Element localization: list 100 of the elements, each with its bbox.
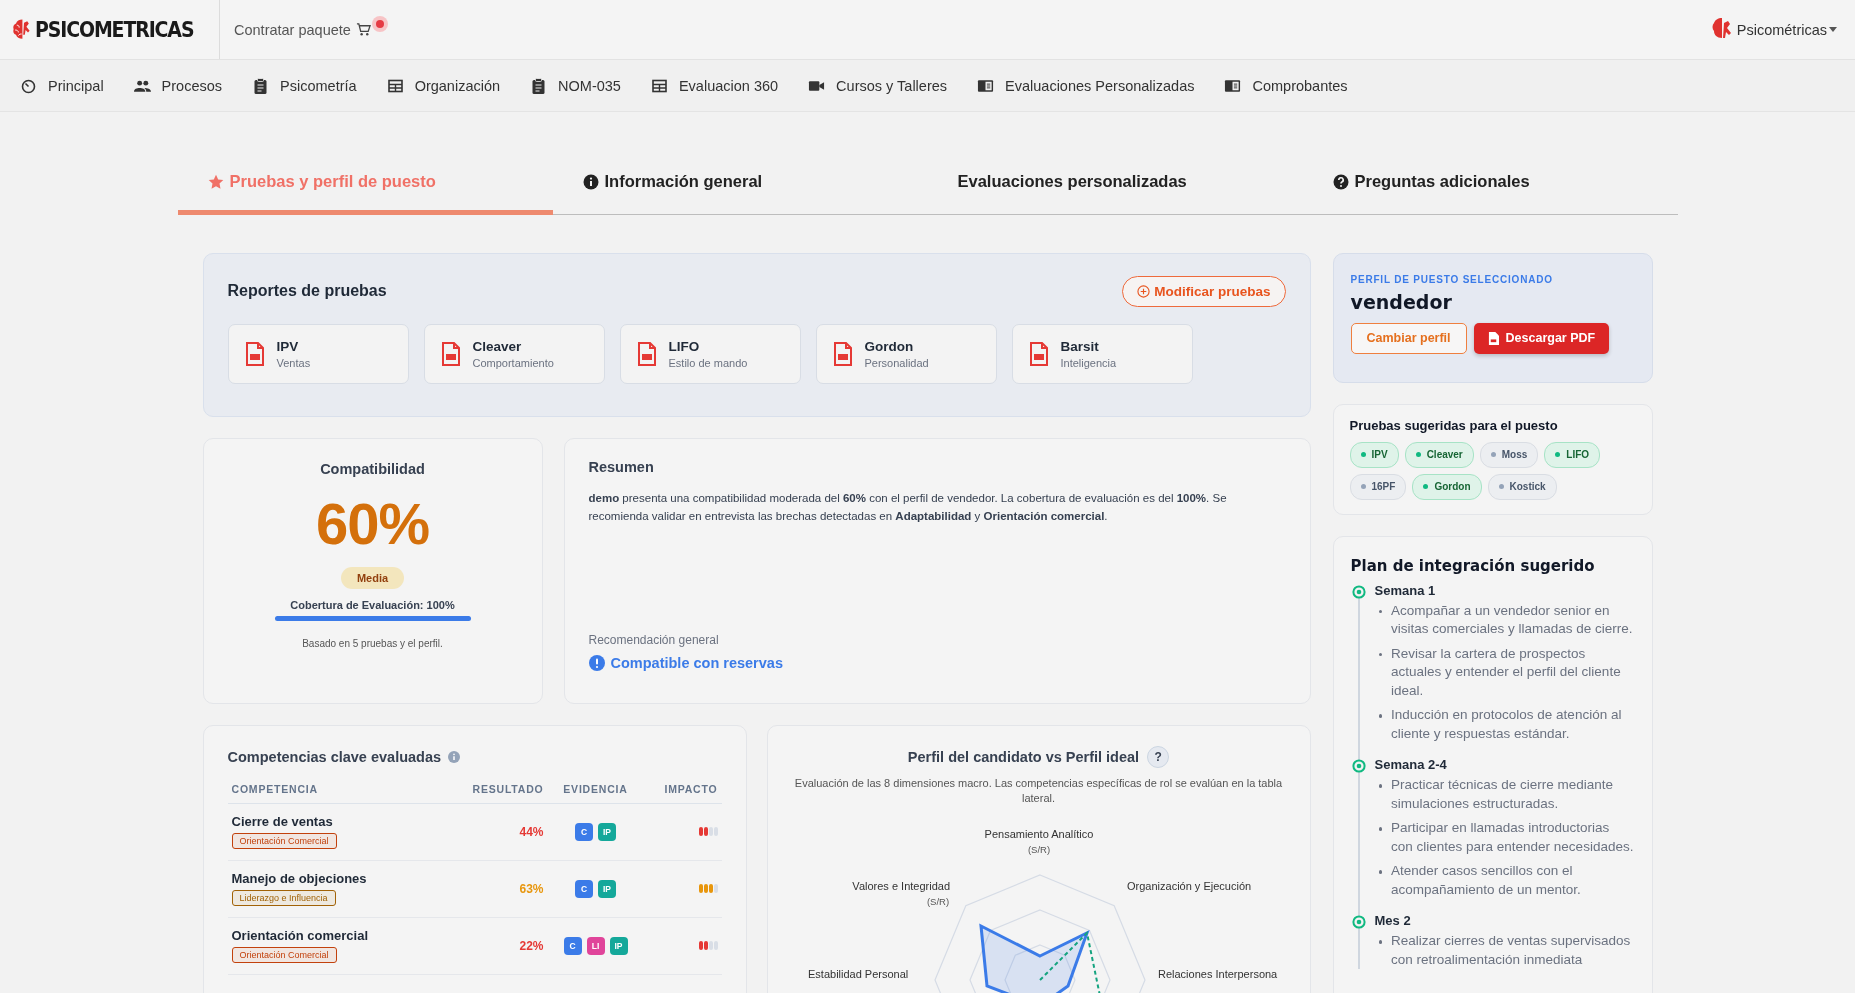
card-title: Plan de integración sugerido bbox=[1350, 556, 1596, 575]
evidence-badge: IP bbox=[609, 936, 628, 955]
pdf-file-icon bbox=[1487, 331, 1499, 345]
report-tile[interactable]: Gordon Personalidad bbox=[815, 323, 997, 384]
step-item: Inducción en protocolos de atención al cliente y respuestas estándar. bbox=[1391, 706, 1623, 743]
axis-label: Pensamiento Analítico bbox=[984, 827, 1093, 840]
report-tile[interactable]: Cleaver Comportamiento bbox=[423, 323, 605, 384]
star-icon bbox=[207, 173, 224, 190]
recommendation-label: Recomendación general bbox=[588, 632, 720, 647]
book-icon bbox=[977, 77, 995, 94]
step-item: Acompañar a un vendedor senior en visitas comerciales y llamadas de cierre. bbox=[1391, 601, 1634, 638]
timer-icon bbox=[20, 77, 37, 94]
test-chip: Kostick bbox=[1487, 473, 1557, 500]
step-title: Mes 2 bbox=[1374, 913, 1412, 928]
table-icon bbox=[650, 77, 668, 94]
nav-item[interactable]: Comprobantes bbox=[1224, 77, 1348, 94]
tab[interactable]: Preguntas adicionales bbox=[1302, 149, 1678, 215]
test-chip: IPV bbox=[1349, 441, 1399, 468]
basis-note: Basado en 5 pruebas y el perfil. bbox=[302, 637, 443, 649]
column-header: IMPACTO bbox=[663, 782, 718, 795]
evidence-badge: C bbox=[575, 879, 593, 898]
category-tag: Liderazgo e Influencia bbox=[231, 890, 336, 906]
notification-dot-icon bbox=[370, 14, 389, 33]
plus-circle-icon bbox=[1137, 284, 1151, 298]
nav-item[interactable]: Evaluacion 360 bbox=[650, 77, 779, 94]
step-title: Semana 1 bbox=[1374, 582, 1437, 598]
nav-item[interactable]: Procesos bbox=[133, 77, 223, 94]
help-button[interactable]: ? bbox=[1147, 745, 1170, 768]
nav-item[interactable]: Organización bbox=[386, 77, 501, 94]
profile-label: PERFIL DE PUESTO SELECCIONADO bbox=[1350, 273, 1554, 285]
test-chip: LIFO bbox=[1544, 441, 1601, 468]
user-menu[interactable]: Psicométricas bbox=[1732, 21, 1829, 38]
profile-name: vendedor bbox=[1350, 290, 1453, 313]
chart-subtitle: Evaluación de las 8 dimensiones macro. Las competencias específicas de rol se evalúan en la tabla lateral. bbox=[793, 775, 1284, 806]
cart-icon[interactable] bbox=[355, 22, 371, 37]
card-title: Competencias clave evaluadas bbox=[227, 748, 442, 765]
hire-package-link[interactable]: Contratar paquete bbox=[234, 21, 351, 38]
axis-label: Organización y Ejecución bbox=[1126, 879, 1251, 892]
nav-item[interactable]: Psicometría bbox=[252, 77, 357, 94]
step-item: Atender casos sencillos con el acompañamiento de un mentor. bbox=[1391, 862, 1582, 899]
chart-title: Perfil del candidato vs Perfil ideal bbox=[907, 748, 1140, 765]
card-title: Pruebas sugeridas para el puesto bbox=[1349, 417, 1559, 433]
competency-name: Manejo de objeciones bbox=[231, 871, 367, 886]
clipboard-icon bbox=[252, 77, 270, 94]
download-pdf-button[interactable]: Descargar PDF bbox=[1473, 322, 1610, 354]
axis-label: Valores e Integridad bbox=[851, 879, 950, 892]
test-chip: Moss bbox=[1479, 441, 1539, 468]
test-chip: Gordon bbox=[1412, 473, 1482, 500]
brand-name[interactable]: PSICOMETRICAS bbox=[34, 17, 194, 42]
report-tile[interactable]: IPV Ventas bbox=[227, 323, 409, 384]
column-header: EVIDENCIA bbox=[562, 782, 629, 795]
column-header: COMPETENCIA bbox=[231, 782, 319, 795]
level-badge: Media bbox=[340, 566, 405, 589]
competency-name: Cierre de ventas bbox=[231, 814, 333, 829]
timeline-dot-icon bbox=[1351, 759, 1366, 773]
coverage-label: Cobertura de Evaluación: 100% bbox=[290, 598, 455, 611]
alert-icon bbox=[588, 654, 605, 671]
axis-note: (S/R) bbox=[1027, 843, 1050, 855]
step-item: Realizar cierres de ventas supervisados con retroalimentación inmediata bbox=[1391, 932, 1632, 969]
evidence-badge: LI bbox=[586, 936, 605, 955]
pdf-file-icon bbox=[636, 341, 657, 366]
step-title: Semana 2-4 bbox=[1374, 757, 1448, 772]
help-icon bbox=[1332, 173, 1349, 190]
tab[interactable]: Evaluaciones personalizadas bbox=[927, 149, 1303, 215]
category-tag: Orientación Comercial bbox=[231, 947, 337, 963]
test-chip: 16PF bbox=[1349, 473, 1407, 500]
card-title: Compatibilidad bbox=[320, 460, 425, 477]
nav-item[interactable]: Cursos y Talleres bbox=[808, 77, 948, 94]
table-icon bbox=[386, 77, 404, 94]
category-tag: Orientación Comercial bbox=[231, 833, 337, 849]
report-tile[interactable]: LIFO Estilo de mando bbox=[619, 323, 801, 384]
evidence-badge: C bbox=[575, 822, 593, 841]
compatibility-score: 60% bbox=[315, 494, 430, 553]
result-value: 63% bbox=[518, 881, 544, 896]
summary-text: demo presenta una compatibilidad moderada del 60% con el perfil de vendedor. La cobertura de evaluación es del 100%. Se recomienda validar en entrevista las brechas detectadas en Adaptabilidad y Orientación comercial. bbox=[588, 490, 1228, 524]
info-icon bbox=[582, 173, 599, 190]
nav-item[interactable]: Principal bbox=[20, 77, 104, 94]
pdf-file-icon bbox=[244, 341, 265, 366]
book-icon bbox=[1224, 77, 1242, 94]
pdf-file-icon bbox=[440, 341, 461, 366]
axis-label: Relaciones Interpersona bbox=[1157, 967, 1277, 980]
axis-note: (S/R) bbox=[926, 895, 949, 907]
result-value: 22% bbox=[518, 938, 544, 953]
timeline-dot-icon bbox=[1351, 915, 1366, 929]
tab[interactable]: Información general bbox=[552, 149, 928, 215]
step-item: Practicar técnicas de cierre mediante simulaciones estructuradas. bbox=[1391, 776, 1615, 813]
card-title: Resumen bbox=[588, 458, 655, 475]
step-item: Revisar la cartera de prospectos actuales y entender el perfil del cliente ideal. bbox=[1391, 644, 1622, 700]
evidence-badge: C bbox=[563, 936, 582, 955]
pdf-file-icon bbox=[1028, 341, 1049, 366]
card-title: Reportes de pruebas bbox=[227, 282, 387, 300]
pdf-file-icon bbox=[832, 341, 853, 366]
column-header: RESULTADO bbox=[471, 782, 544, 795]
caret-icon[interactable] bbox=[1829, 27, 1837, 32]
recommendation-text: Compatible con reservas bbox=[610, 654, 783, 671]
nav-item[interactable]: NOM-035 bbox=[530, 77, 621, 94]
nav-item[interactable]: Evaluaciones Personalizadas bbox=[977, 77, 1195, 94]
competency-name: Orientación comercial bbox=[231, 928, 369, 943]
report-tile[interactable]: Barsit Inteligencia bbox=[1011, 323, 1193, 384]
result-value: 44% bbox=[518, 824, 544, 839]
